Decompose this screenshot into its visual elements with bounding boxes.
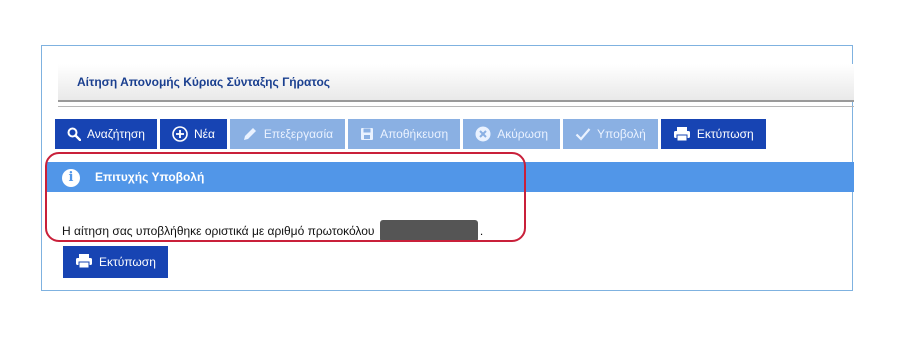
floppy-disk-icon — [360, 127, 374, 141]
search-icon — [67, 127, 81, 141]
checkmark-icon — [575, 127, 591, 141]
edit-button-label: Επεξεργασία — [263, 127, 334, 141]
highlight-outline — [45, 152, 526, 242]
edit-button[interactable]: Επεξεργασία — [229, 119, 346, 149]
print-button-label: Εκτύπωση — [99, 255, 156, 269]
print-toolbar-button[interactable]: Εκτύπωση — [660, 119, 766, 149]
search-button[interactable]: Αναζήτηση — [55, 119, 157, 149]
new-button[interactable]: Νέα — [159, 119, 227, 149]
save-button-label: Αποθήκευση — [380, 127, 449, 141]
submit-button[interactable]: Υποβολή — [563, 119, 658, 149]
printer-icon — [673, 126, 691, 142]
pencil-icon — [242, 126, 258, 142]
print-toolbar-button-label: Εκτύπωση — [696, 127, 754, 141]
print-button[interactable]: Εκτύπωση — [63, 246, 168, 278]
form-panel: Αίτηση Απονομής Κύριας Σύνταξης Γήρατος … — [41, 45, 854, 291]
submit-button-label: Υποβολή — [597, 127, 646, 141]
toolbar: Αναζήτηση Νέα Επεξεργασία Αποθήκευση Ακύ… — [55, 119, 766, 149]
page-header: Αίτηση Απονομής Κύριας Σύνταξης Γήρατος — [58, 64, 854, 102]
plus-circle-icon — [172, 126, 188, 142]
page-title: Αίτηση Απονομής Κύριας Σύνταξης Γήρατος — [77, 75, 331, 89]
cancel-button[interactable]: Ακύρωση — [463, 119, 561, 149]
printer-icon — [75, 253, 93, 272]
search-button-label: Αναζήτηση — [87, 127, 145, 141]
save-button[interactable]: Αποθήκευση — [348, 119, 461, 149]
cancel-button-label: Ακύρωση — [497, 127, 549, 141]
divider — [58, 106, 854, 107]
cancel-circle-icon — [475, 126, 491, 142]
new-button-label: Νέα — [193, 127, 215, 141]
